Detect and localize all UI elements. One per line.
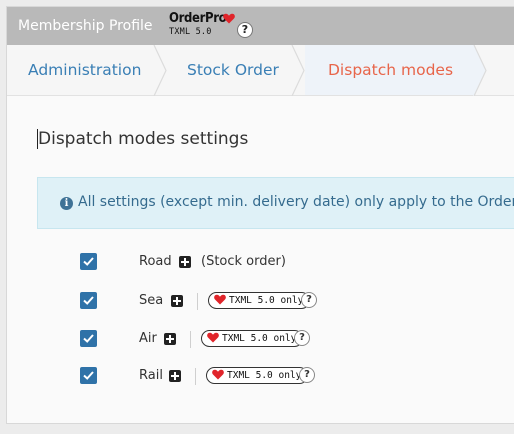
expand-plus-icon[interactable]	[171, 295, 183, 307]
air-checkbox[interactable]	[80, 330, 97, 347]
breadcrumb: Administration Stock Order Dispatch mode…	[7, 45, 514, 96]
heart-icon	[223, 13, 235, 24]
tab-label: Dispatch modes	[328, 61, 454, 79]
badge-text: TXML 5.0 only	[227, 370, 302, 381]
heart-icon	[214, 294, 226, 305]
info-text: All settings (except min. delivery date)…	[78, 194, 514, 210]
heart-icon	[207, 332, 219, 343]
sea-checkbox[interactable]	[80, 292, 97, 309]
logo-version: TXML 5.0	[169, 27, 212, 37]
txml-only-badge: TXML 5.0 only	[206, 367, 309, 384]
badge-text: TXML 5.0 only	[222, 333, 297, 344]
section-title: Dispatch modes settings	[38, 129, 249, 149]
rail-checkbox[interactable]	[80, 367, 97, 384]
tab-administration[interactable]: Administration	[7, 45, 159, 95]
tab-label: Administration	[28, 61, 142, 79]
logo-name: OrderPro	[169, 11, 227, 26]
expand-plus-icon[interactable]	[164, 333, 176, 345]
breadcrumb-active-arrow-icon	[473, 45, 487, 96]
page: Membership Profile OrderPro TXML 5.0 ? A…	[6, 6, 514, 424]
check-icon	[83, 257, 94, 266]
divider	[197, 293, 198, 310]
mode-label: Road	[139, 254, 172, 269]
mode-row-road: Road (Stock order)	[7, 251, 514, 275]
rail-help-button[interactable]: ?	[299, 367, 315, 383]
mode-row-sea: Sea TXML 5.0 only ?	[7, 290, 514, 314]
mode-label: Rail	[139, 368, 163, 383]
expand-plus-icon[interactable]	[169, 370, 181, 382]
txml-only-badge: TXML 5.0 only	[201, 330, 304, 347]
air-help-button[interactable]: ?	[294, 330, 310, 346]
mode-row-rail: Rail TXML 5.0 only ?	[7, 365, 514, 389]
expand-plus-icon[interactable]	[179, 256, 191, 268]
road-checkbox[interactable]	[80, 253, 97, 270]
check-icon	[83, 334, 94, 343]
txml-only-badge: TXML 5.0 only	[208, 292, 311, 309]
sea-help-button[interactable]: ?	[301, 292, 317, 308]
tab-dispatch-modes[interactable]: Dispatch modes	[305, 45, 475, 95]
mode-row-air: Air TXML 5.0 only ?	[7, 328, 514, 352]
header-help-button[interactable]: ?	[237, 22, 253, 38]
divider	[195, 368, 196, 385]
heart-icon	[212, 369, 224, 380]
badge-text: TXML 5.0 only	[229, 295, 304, 306]
mode-label: Air	[139, 331, 157, 346]
mode-note: (Stock order)	[201, 254, 286, 269]
tab-label: Stock Order	[187, 61, 279, 79]
check-icon	[83, 296, 94, 305]
top-bar: Membership Profile OrderPro TXML 5.0 ?	[7, 7, 514, 45]
info-banner: i All settings (except min. delivery dat…	[37, 177, 514, 229]
mode-label: Sea	[139, 293, 164, 308]
orderpro-logo: OrderPro TXML 5.0	[169, 11, 235, 37]
info-icon: i	[60, 197, 73, 210]
tab-stock-order[interactable]: Stock Order	[166, 45, 306, 95]
check-icon	[83, 371, 94, 380]
profile-title: Membership Profile	[18, 18, 153, 34]
divider	[190, 331, 191, 348]
